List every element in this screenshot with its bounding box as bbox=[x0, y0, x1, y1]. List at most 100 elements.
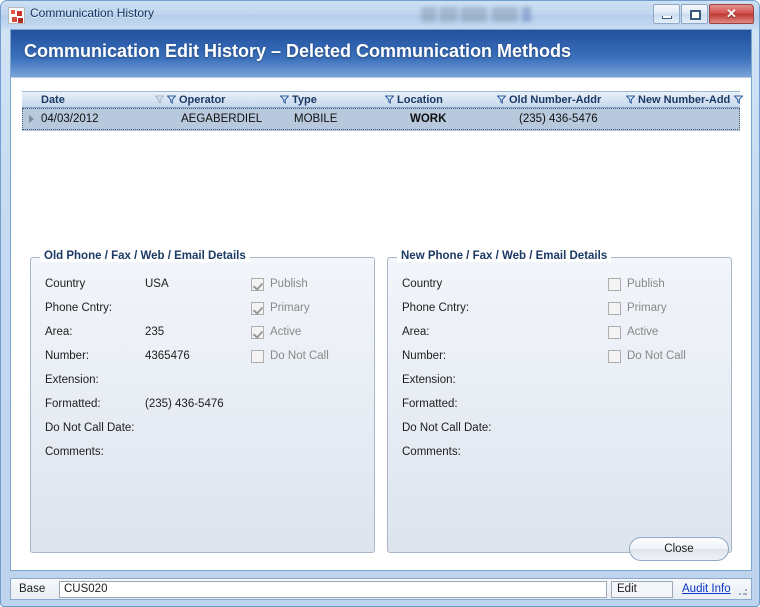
restore-icon bbox=[690, 10, 701, 20]
minimize-icon bbox=[662, 16, 672, 19]
grid-header-row: Date Operator Type Location Old Number-A… bbox=[22, 91, 744, 108]
field-number: Number: 4365476 bbox=[45, 348, 190, 364]
page-banner: Communication Edit History – Deleted Com… bbox=[11, 30, 751, 78]
new-field-phone-country: Phone Cntry: bbox=[402, 300, 502, 316]
grid-column-header-location[interactable]: Location bbox=[385, 92, 497, 107]
table-row[interactable]: 04/03/2012 AEGABERDIEL MOBILE WORK (235)… bbox=[22, 108, 740, 130]
app-icon bbox=[8, 7, 25, 24]
filter-icon-grey[interactable] bbox=[155, 95, 164, 104]
new-label-formatted: Formatted: bbox=[402, 398, 458, 410]
new-field-do-not-call-date: Do Not Call Date: bbox=[402, 420, 502, 436]
checkbox-do-not-call-box[interactable] bbox=[251, 349, 264, 363]
label-phone-country: Phone Cntry: bbox=[45, 302, 113, 314]
new-checkbox-primary[interactable]: Primary bbox=[608, 300, 667, 316]
field-extension: Extension: bbox=[45, 372, 145, 388]
cell-type: MOBILE bbox=[294, 113, 338, 125]
checkbox-publish-label: Publish bbox=[270, 278, 308, 290]
column-label-date: Date bbox=[41, 93, 65, 106]
value-formatted: (235) 436-5476 bbox=[145, 398, 224, 410]
new-checkbox-do-not-call[interactable]: Do Not Call bbox=[608, 348, 686, 364]
checkbox-primary[interactable]: Primary bbox=[251, 300, 310, 316]
new-field-formatted: Formatted: bbox=[402, 396, 502, 412]
new-checkbox-publish-label: Publish bbox=[627, 278, 665, 290]
restore-button[interactable] bbox=[681, 4, 708, 24]
checkbox-primary-box[interactable] bbox=[251, 301, 264, 315]
grid-column-header-operator[interactable]: Operator bbox=[155, 92, 280, 107]
new-checkbox-primary-box[interactable] bbox=[608, 301, 621, 315]
value-number: 4365476 bbox=[145, 350, 190, 362]
grid-header-expander bbox=[22, 92, 41, 107]
filter-icon-new-number[interactable] bbox=[626, 95, 635, 104]
new-label-do-not-call-date: Do Not Call Date: bbox=[402, 422, 492, 434]
new-checkbox-active-box[interactable] bbox=[608, 325, 621, 339]
new-label-comments: Comments: bbox=[402, 446, 461, 458]
minimize-button[interactable] bbox=[653, 4, 680, 24]
resize-grip-icon[interactable] bbox=[738, 586, 748, 596]
label-do-not-call-date: Do Not Call Date: bbox=[45, 422, 135, 434]
grid-column-header-new-number[interactable]: New Number-Add bbox=[626, 92, 744, 107]
edit-cell[interactable]: Edit bbox=[611, 580, 673, 598]
filter-icon-active[interactable] bbox=[167, 95, 176, 104]
new-checkbox-publish[interactable]: Publish bbox=[608, 276, 665, 292]
grid-column-header-type[interactable]: Type bbox=[280, 92, 385, 107]
new-label-number: Number: bbox=[402, 350, 447, 362]
new-checkbox-active-label: Active bbox=[627, 326, 659, 338]
title-bar: Communication History ✕ bbox=[1, 1, 759, 29]
new-details-legend: New Phone / Fax / Web / Email Details bbox=[397, 250, 612, 262]
audit-info-link[interactable]: Audit Info bbox=[682, 583, 731, 595]
new-checkbox-do-not-call-box[interactable] bbox=[608, 349, 621, 363]
new-label-phone-country: Phone Cntry: bbox=[402, 302, 470, 314]
checkbox-primary-label: Primary bbox=[270, 302, 310, 314]
checkbox-active[interactable]: Active bbox=[251, 324, 301, 340]
new-field-extension: Extension: bbox=[402, 372, 502, 388]
checkbox-active-box[interactable] bbox=[251, 325, 264, 339]
grid-column-header-date[interactable]: Date bbox=[41, 92, 155, 107]
field-phone-country: Phone Cntry: bbox=[45, 300, 145, 316]
filter-icon-location[interactable] bbox=[385, 95, 394, 104]
field-formatted: Formatted: (235) 436-5476 bbox=[45, 396, 224, 412]
field-area: Area: 235 bbox=[45, 324, 164, 340]
new-checkbox-primary-label: Primary bbox=[627, 302, 667, 314]
checkbox-do-not-call-label: Do Not Call bbox=[270, 350, 329, 362]
page-title: Communication Edit History – Deleted Com… bbox=[24, 41, 572, 61]
new-details-panel: New Phone / Fax / Web / Email Details Co… bbox=[387, 250, 732, 553]
field-country: Country USA bbox=[45, 276, 169, 292]
column-label-operator: Operator bbox=[179, 93, 226, 106]
column-label-old-number: Old Number-Addr bbox=[509, 93, 602, 106]
value-country: USA bbox=[145, 278, 169, 290]
cell-old-number: (235) 436-5476 bbox=[519, 113, 598, 125]
communication-history-grid: Date Operator Type Location Old Number-A… bbox=[22, 91, 744, 131]
checkbox-active-label: Active bbox=[270, 326, 302, 338]
label-area: Area: bbox=[45, 326, 73, 338]
new-field-comments: Comments: bbox=[402, 444, 502, 460]
filter-icon-trailing[interactable] bbox=[734, 95, 744, 104]
close-window-button[interactable]: ✕ bbox=[709, 4, 754, 24]
new-checkbox-active[interactable]: Active bbox=[608, 324, 658, 340]
old-details-legend: Old Phone / Fax / Web / Email Details bbox=[40, 250, 250, 262]
application-window: Communication History ✕ Communication Ed… bbox=[0, 0, 760, 607]
field-do-not-call-date: Do Not Call Date: bbox=[45, 420, 145, 436]
cell-operator: AEGABERDIEL bbox=[181, 113, 263, 125]
grid-body: 04/03/2012 AEGABERDIEL MOBILE WORK (235)… bbox=[22, 108, 740, 131]
label-number: Number: bbox=[45, 350, 90, 362]
base-input[interactable] bbox=[59, 580, 607, 598]
column-label-type: Type bbox=[292, 93, 317, 106]
label-country: Country bbox=[45, 278, 86, 290]
base-label: Base bbox=[19, 583, 46, 595]
cell-location: WORK bbox=[410, 113, 447, 125]
value-area: 235 bbox=[145, 326, 165, 338]
grid-column-header-old-number[interactable]: Old Number-Addr bbox=[497, 92, 626, 107]
filter-icon-old-number[interactable] bbox=[497, 95, 506, 104]
checkbox-publish[interactable]: Publish bbox=[251, 276, 308, 292]
close-button[interactable]: Close bbox=[629, 537, 729, 561]
new-checkbox-publish-box[interactable] bbox=[608, 277, 621, 291]
filter-icon-type[interactable] bbox=[280, 95, 289, 104]
checkbox-do-not-call[interactable]: Do Not Call bbox=[251, 348, 329, 364]
new-label-extension: Extension: bbox=[402, 374, 456, 386]
cell-new-number bbox=[626, 108, 740, 130]
label-comments: Comments: bbox=[45, 446, 104, 458]
new-checkbox-do-not-call-label: Do Not Call bbox=[627, 350, 686, 362]
row-expander[interactable] bbox=[22, 108, 41, 130]
checkbox-publish-box[interactable] bbox=[251, 277, 264, 291]
cell-date: 04/03/2012 bbox=[41, 113, 99, 125]
